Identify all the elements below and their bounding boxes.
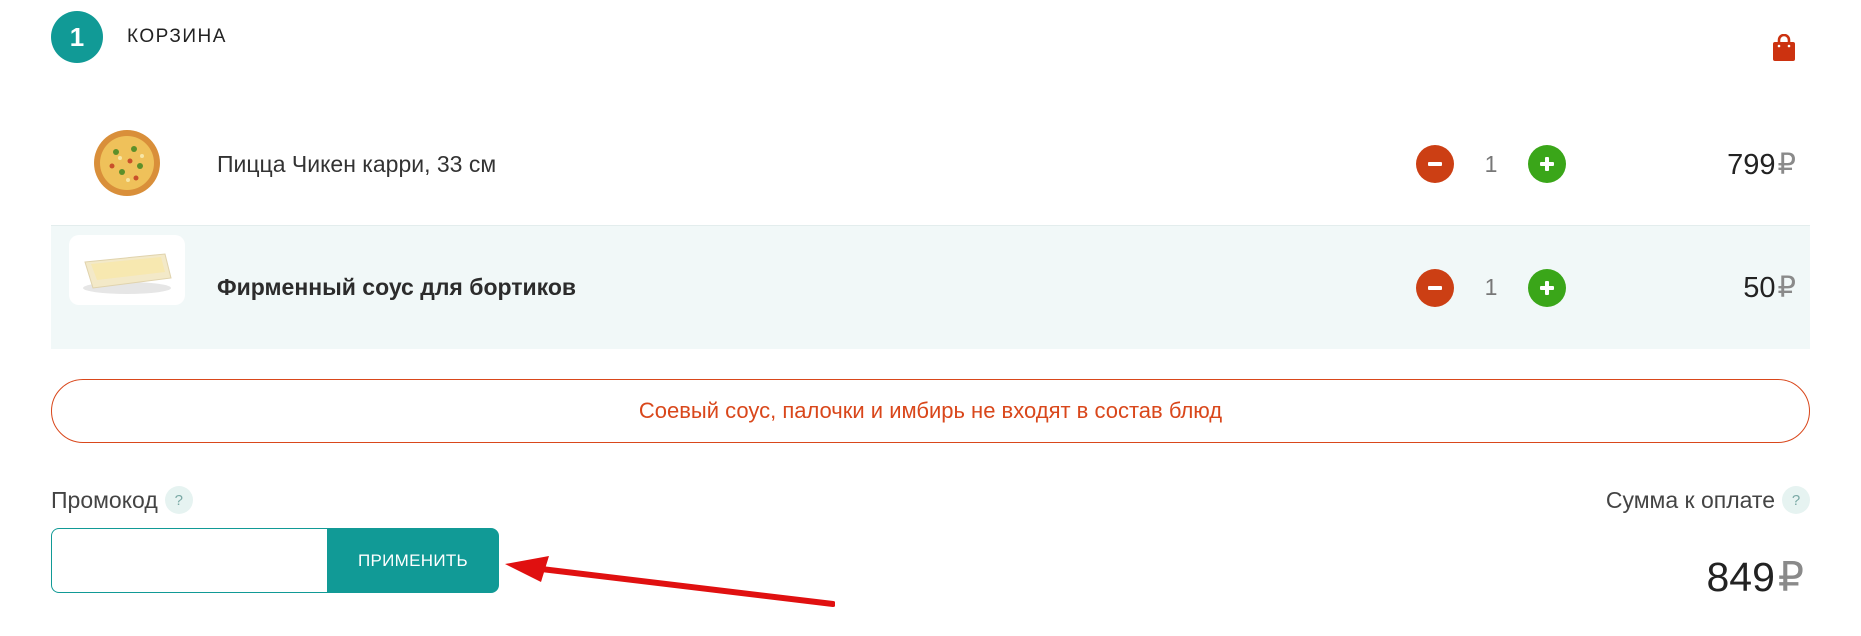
price-value: 799 bbox=[1727, 148, 1776, 181]
checkout-step-header: 1 КОРЗИНА bbox=[51, 11, 227, 63]
sauce-image bbox=[69, 235, 185, 305]
notice-banner: Соевый соус, палочки и имбирь не входят … bbox=[51, 379, 1810, 443]
quantity-value: 1 bbox=[1484, 274, 1498, 300]
item-name: Фирменный соус для бортиков bbox=[217, 274, 577, 300]
plus-icon bbox=[1540, 157, 1554, 171]
pizza-image bbox=[69, 128, 185, 198]
item-price: 799 ₽ bbox=[1727, 147, 1796, 182]
total-label-text: Сумма к оплате bbox=[1605, 486, 1775, 513]
step-number-badge: 1 bbox=[51, 11, 103, 63]
quantity-value: 1 bbox=[1484, 150, 1498, 177]
apply-promo-button[interactable]: ПРИМЕНИТЬ bbox=[327, 528, 499, 593]
currency-symbol: ₽ bbox=[1777, 554, 1804, 600]
total-label: Сумма к оплате ? bbox=[1606, 486, 1810, 514]
total-value: 849 bbox=[1706, 554, 1775, 600]
decrease-quantity-button[interactable] bbox=[1416, 145, 1454, 183]
increase-quantity-button[interactable] bbox=[1528, 268, 1566, 307]
cart-item-row: Пицца Чикен карри, 33 см 1 799 ₽ bbox=[51, 103, 1810, 225]
step-title: КОРЗИНА bbox=[127, 26, 227, 47]
annotation-arrow bbox=[505, 556, 835, 607]
cart-item-row: Фирменный соус для бортиков 1 50 ₽ bbox=[51, 226, 1810, 349]
promo-label: Промокод ? bbox=[51, 486, 193, 514]
price-value: 50 bbox=[1743, 272, 1776, 304]
quantity-stepper: 1 bbox=[1416, 145, 1566, 183]
item-price: 50 ₽ bbox=[1743, 270, 1796, 305]
currency-symbol: ₽ bbox=[1777, 272, 1796, 304]
promo-label-text: Промокод bbox=[51, 486, 158, 513]
currency-symbol: ₽ bbox=[1777, 148, 1796, 181]
shopping-bag-icon[interactable] bbox=[1770, 34, 1798, 62]
minus-icon bbox=[1428, 285, 1442, 290]
quantity-stepper: 1 bbox=[1416, 268, 1566, 307]
decrease-quantity-button[interactable] bbox=[1416, 268, 1454, 307]
total-amount: 849 ₽ bbox=[1706, 553, 1804, 601]
help-icon[interactable]: ? bbox=[164, 486, 193, 514]
promo-code-input[interactable] bbox=[51, 528, 327, 593]
help-icon[interactable]: ? bbox=[1782, 486, 1810, 514]
minus-icon bbox=[1428, 162, 1442, 166]
plus-icon bbox=[1540, 280, 1554, 295]
increase-quantity-button[interactable] bbox=[1528, 145, 1566, 183]
item-name: Пицца Чикен карри, 33 см bbox=[217, 150, 497, 177]
